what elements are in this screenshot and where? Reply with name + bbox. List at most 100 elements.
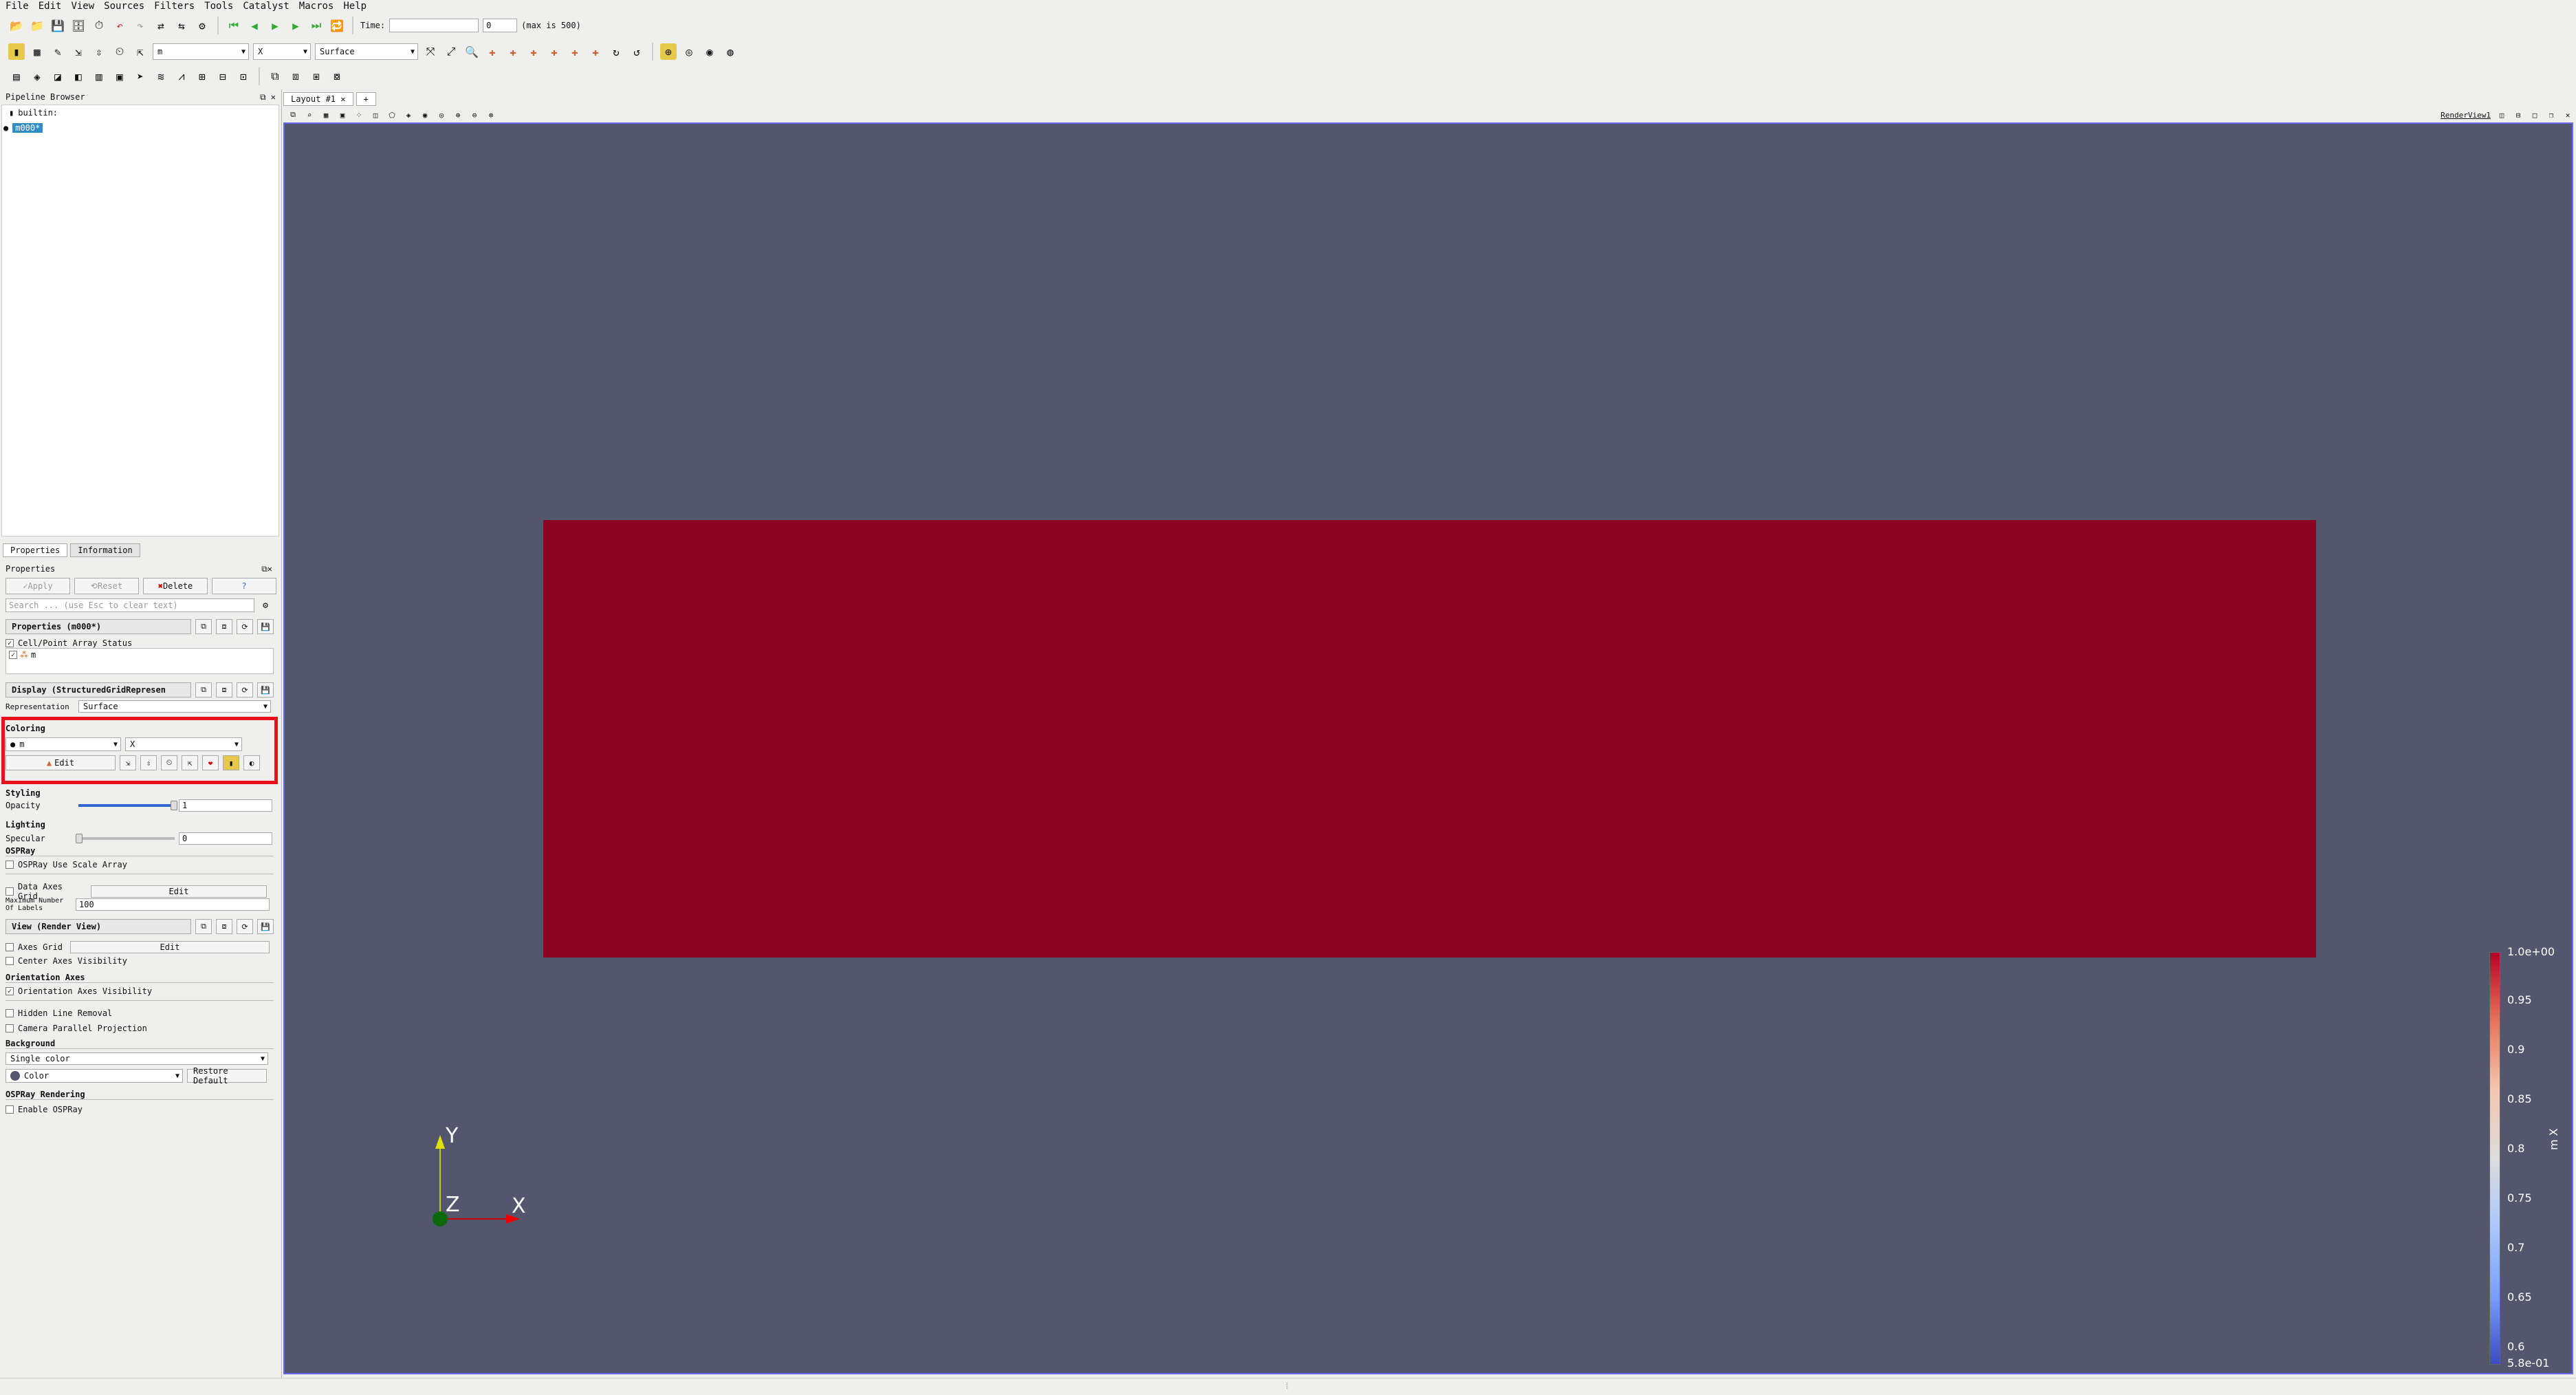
representation-select[interactable]: Surface ▼ [78, 700, 271, 713]
open-icon[interactable]: 📂 [8, 17, 25, 34]
rescale-temporal-icon[interactable]: ⏲ [161, 755, 177, 770]
reload-icon[interactable]: ⟳ [237, 682, 253, 698]
copy-icon[interactable]: ⧉ [195, 619, 212, 634]
specular-handle[interactable] [76, 834, 83, 843]
copy-icon[interactable]: ⧉ [195, 919, 212, 934]
view-plus-y-icon[interactable]: ✚ [525, 43, 542, 60]
reload-icon[interactable]: ⟳ [237, 619, 253, 634]
settings-icon[interactable]: ⚙ [194, 17, 210, 34]
spreadsheet-icon[interactable]: ⧈ [287, 68, 304, 85]
array-status-checkbox[interactable]: ✓ [6, 639, 14, 647]
menu-view[interactable]: View [71, 1, 94, 12]
slice-icon[interactable]: ◧ [70, 68, 87, 85]
edit-colormap-icon[interactable]: ✎ [50, 43, 66, 60]
float-icon[interactable]: ⧉ [261, 564, 268, 574]
axes-grid-edit-button[interactable]: Edit [70, 941, 270, 953]
ospray-scale-checkbox[interactable] [6, 861, 14, 869]
data-axes-grid-edit-button[interactable]: Edit [91, 885, 267, 898]
color-array-combo[interactable]: m ▼ [153, 43, 249, 60]
max-labels-input[interactable]: 100 [76, 898, 270, 911]
view-plus-z-icon[interactable]: ✚ [567, 43, 583, 60]
delete-button[interactable]: ✖ Delete [143, 578, 208, 594]
rescale-icon[interactable]: ⇲ [70, 43, 87, 60]
paste-icon[interactable]: ⧈ [216, 619, 232, 634]
array-list-item[interactable]: ✓ ⁂ m [6, 649, 273, 661]
threshold-icon[interactable]: ▥ [91, 68, 107, 85]
capture-icon[interactable]: ⧉ [287, 109, 298, 120]
tab-properties[interactable]: Properties [3, 543, 68, 557]
split-vertical-icon[interactable]: ⊟ [2513, 109, 2524, 120]
save-state-icon[interactable]: 🗄 [70, 17, 87, 34]
warp-icon[interactable]: ⩘ [173, 68, 190, 85]
coloring-component-select[interactable]: X ▼ [125, 737, 242, 751]
maximize-icon[interactable]: □ [2529, 109, 2540, 120]
clear-selection-icon[interactable]: ⊗ [485, 109, 496, 120]
disconnect-icon[interactable]: ⇆ [173, 17, 190, 34]
data-icon[interactable]: ▦ [29, 43, 45, 60]
clip-icon[interactable]: ◪ [50, 68, 66, 85]
hover-points-icon[interactable]: ◉ [419, 109, 430, 120]
select-points-icon[interactable]: ◉ [701, 43, 718, 60]
rescale-visible-icon[interactable]: ⇱ [132, 43, 149, 60]
rescale-temporal-icon[interactable]: ⏲ [111, 43, 128, 60]
find-data-icon[interactable]: ⧉ [267, 68, 283, 85]
section-view-label[interactable]: View (Render View) [6, 919, 191, 934]
resize-grip-icon[interactable]: ⁞ [1285, 1381, 1289, 1392]
clock-icon[interactable]: ⏱ [91, 17, 107, 34]
use-separate-colormap-icon[interactable]: ◐ [243, 755, 260, 770]
color-legend-bar[interactable] [2489, 952, 2500, 1365]
search-input[interactable]: Search ... (use Esc to clear text) [6, 598, 254, 612]
filter-extra-icon[interactable]: ⊡ [235, 68, 252, 85]
copy-icon[interactable]: ⧉ [195, 682, 212, 698]
render-view-label[interactable]: RenderView1 [2441, 111, 2491, 120]
edit-colormap-button[interactable]: ▲ Edit [6, 755, 116, 770]
array-item-checkbox[interactable]: ✓ [9, 651, 17, 659]
enable-ospray-checkbox[interactable] [6, 1105, 14, 1114]
add-layout-tab[interactable]: + [356, 92, 376, 106]
close-icon[interactable]: ✕ [271, 92, 276, 102]
render-canvas[interactable] [285, 124, 2572, 1373]
reload-icon[interactable]: ⟳ [237, 919, 253, 934]
view-2d-icon[interactable]: ▦ [320, 109, 331, 120]
section-display-label[interactable]: Display (StructuredGridRepresen [6, 682, 191, 698]
coloring-array-select[interactable]: ● m ▼ [6, 737, 121, 751]
last-frame-icon[interactable]: ⏭ [308, 17, 325, 34]
close-icon[interactable]: ✕ [340, 94, 345, 104]
menu-catalyst[interactable]: Catalyst [243, 1, 289, 12]
save-icon[interactable]: 💾 [257, 919, 274, 934]
show-scalar-bar-icon[interactable]: ▮ [223, 755, 239, 770]
open-recent-icon[interactable]: 📁 [29, 17, 45, 34]
time-input[interactable] [389, 19, 479, 32]
select-icon[interactable]: ▣ [337, 109, 348, 120]
python-icon[interactable]: ⧆ [308, 68, 325, 85]
menu-edit[interactable]: Edit [39, 1, 62, 12]
hidden-line-checkbox[interactable] [6, 1009, 14, 1017]
interact-mode-icon[interactable]: ⊕ [660, 43, 677, 60]
rotate-minus-90-icon[interactable]: ↺ [629, 43, 645, 60]
gear-icon[interactable]: ⚙ [259, 598, 272, 612]
help-button[interactable]: ? [212, 578, 276, 594]
calculator-icon[interactable]: ▤ [8, 68, 25, 85]
stream-tracer-icon[interactable]: ≋ [153, 68, 169, 85]
close-icon[interactable]: ✕ [268, 564, 272, 574]
pipeline-item-source[interactable]: ● m000* [2, 120, 279, 136]
select-cells-icon[interactable]: ◎ [681, 43, 697, 60]
view-minus-x-icon[interactable]: ✚ [505, 43, 521, 60]
apply-button[interactable]: ✓ Apply [6, 578, 70, 594]
menu-file[interactable]: File [6, 1, 29, 12]
reset-button[interactable]: ⟲ Reset [74, 578, 139, 594]
shrink-selection-icon[interactable]: ⊖ [469, 109, 480, 120]
contour-icon[interactable]: ◈ [29, 68, 45, 85]
select-polygon-icon[interactable]: ⬠ [386, 109, 397, 120]
menu-sources[interactable]: Sources [104, 1, 144, 12]
save-icon[interactable]: 💾 [257, 682, 274, 698]
field-surface[interactable] [285, 299, 2572, 1179]
color-button[interactable]: Color ▼ [6, 1069, 183, 1083]
loop-icon[interactable]: 🔁 [329, 17, 345, 34]
tab-layout-1[interactable]: Layout #1 ✕ [283, 92, 353, 106]
rescale-custom-icon[interactable]: ⇳ [91, 43, 107, 60]
axes-grid-checkbox[interactable] [6, 943, 14, 951]
menu-tools[interactable]: Tools [204, 1, 233, 12]
save-icon[interactable]: 💾 [257, 619, 274, 634]
time-index-spinbox[interactable]: 0 [483, 19, 518, 32]
